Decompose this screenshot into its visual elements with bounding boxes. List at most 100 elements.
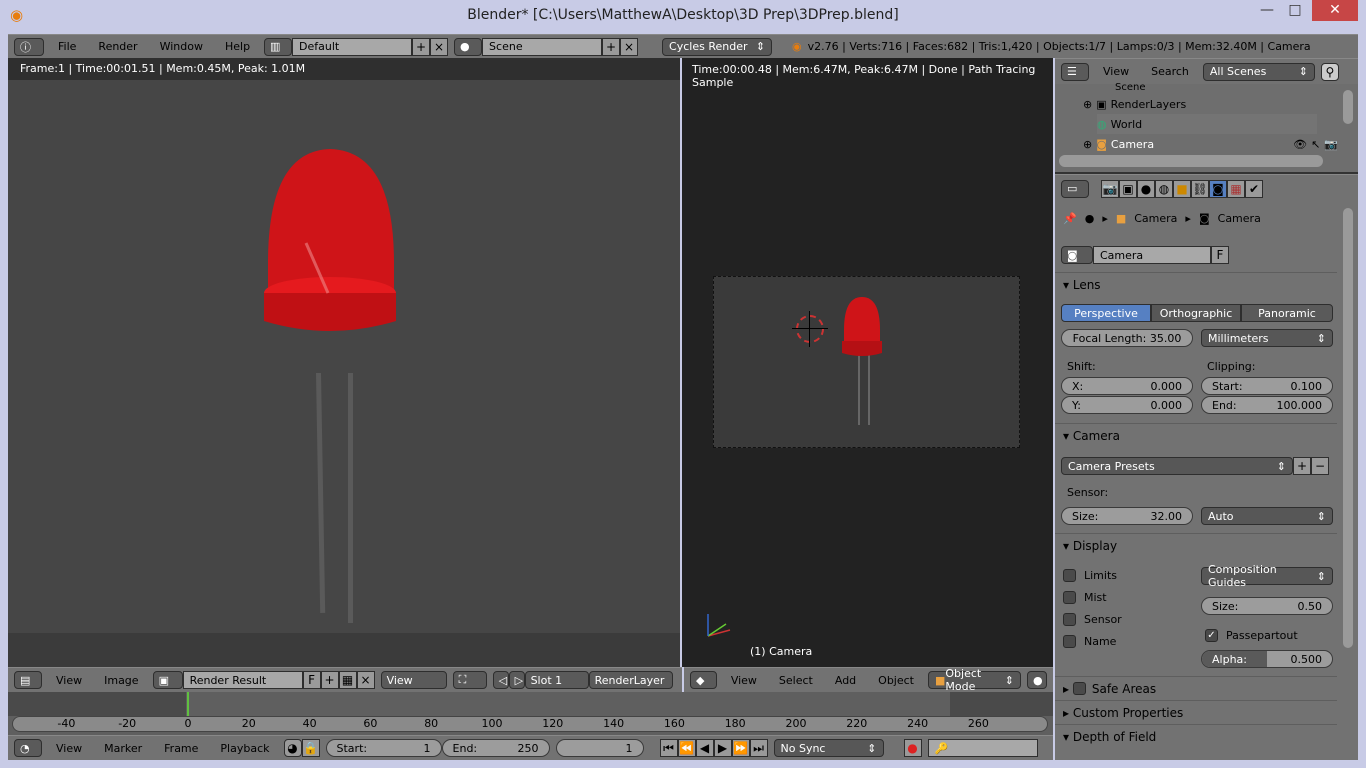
physics-tab-icon[interactable]: ✔ bbox=[1245, 179, 1263, 198]
render-tab-icon[interactable]: 📷 bbox=[1101, 179, 1119, 198]
editor-type-icon[interactable]: ◆ bbox=[690, 671, 717, 689]
sensor-checkbox[interactable]: Sensor bbox=[1063, 613, 1122, 626]
vertical-scrollbar[interactable] bbox=[1343, 90, 1353, 124]
next-slot-icon[interactable]: ▷ bbox=[508, 671, 525, 689]
layout-name[interactable]: Default bbox=[292, 37, 413, 56]
jump-keyframe-back-icon[interactable]: ⏪ bbox=[677, 739, 696, 757]
close-button[interactable]: ✕ bbox=[1312, 0, 1358, 21]
menu-render[interactable]: Render bbox=[90, 40, 145, 53]
outliner-item-scene[interactable]: Scene bbox=[1115, 82, 1315, 90]
prev-slot-icon[interactable]: ◁ bbox=[492, 671, 509, 689]
current-frame-field[interactable]: 1 bbox=[555, 739, 644, 757]
display-panel-header[interactable]: ▾ Display bbox=[1055, 533, 1337, 557]
playhead[interactable] bbox=[187, 692, 189, 716]
menu-view[interactable]: View bbox=[48, 674, 90, 687]
shift-x-field[interactable]: X: 0.000 bbox=[1061, 377, 1193, 395]
menu-view[interactable]: View bbox=[723, 674, 765, 687]
menu-search[interactable]: Search bbox=[1143, 65, 1197, 78]
eye-icon[interactable]: 👁 bbox=[1293, 138, 1307, 151]
clip-end-field[interactable]: End: 100.000 bbox=[1201, 396, 1333, 414]
constraints-tab-icon[interactable]: ⛓ bbox=[1191, 179, 1209, 198]
outliner-item-renderlayers[interactable]: ⊕ ▣ RenderLayers bbox=[1083, 94, 1303, 114]
render-engine-dropdown[interactable]: Cycles Render ⇕ bbox=[662, 37, 773, 56]
safe-areas-panel-header[interactable]: ▸ Safe Areas bbox=[1055, 676, 1337, 700]
horizontal-scrollbar[interactable] bbox=[1059, 155, 1323, 167]
passepartout-checkbox[interactable]: ✓ Passepartout bbox=[1205, 629, 1298, 642]
focal-length-field[interactable]: Focal Length: 35.00 bbox=[1061, 329, 1193, 347]
add-scene-icon[interactable]: + bbox=[602, 37, 621, 56]
layout-icon[interactable]: ▥ bbox=[264, 37, 293, 56]
start-frame-field[interactable]: Start: 1 bbox=[325, 739, 442, 757]
shading-icon[interactable]: ● bbox=[1027, 671, 1047, 689]
maximize-button[interactable]: □ bbox=[1282, 0, 1308, 21]
keying-set-field[interactable]: 🔑 bbox=[927, 739, 1038, 757]
use-preview-range-icon[interactable]: ◕ bbox=[283, 739, 302, 757]
render-region-icon[interactable]: ⛶ bbox=[452, 671, 487, 689]
shift-y-field[interactable]: Y: 0.000 bbox=[1061, 396, 1193, 414]
clip-start-field[interactable]: Start: 0.100 bbox=[1201, 377, 1333, 395]
menu-window[interactable]: Window bbox=[152, 40, 211, 53]
menu-playback[interactable]: Playback bbox=[212, 742, 277, 755]
view-dropdown[interactable]: View bbox=[380, 671, 447, 689]
menu-frame[interactable]: Frame bbox=[156, 742, 206, 755]
menu-file[interactable]: File bbox=[50, 40, 84, 53]
fake-user-button[interactable]: F bbox=[1211, 246, 1229, 264]
info-icon[interactable]: ⓘ bbox=[14, 37, 44, 56]
menu-view[interactable]: View bbox=[48, 742, 90, 755]
sensor-size-field[interactable]: Size: 32.00 bbox=[1061, 507, 1193, 525]
outliner-item-camera[interactable]: ⊕ ◙ Camera 👁 ↖ 📷 bbox=[1083, 134, 1358, 154]
cursor-select-icon[interactable]: ↖ bbox=[1311, 138, 1320, 151]
camera-panel-header[interactable]: ▾ Camera bbox=[1055, 423, 1337, 447]
alpha-slider[interactable]: Alpha: 0.500 bbox=[1201, 650, 1333, 668]
end-frame-field[interactable]: End: 250 bbox=[441, 739, 550, 757]
image-editor[interactable]: Frame:1 | Time:00:01.51 | Mem:0.45M, Pea… bbox=[8, 58, 680, 667]
lens-unit-dropdown[interactable]: Millimeters ⇕ bbox=[1201, 329, 1333, 347]
camera-browse-icon[interactable]: ◙ bbox=[1061, 246, 1093, 264]
3d-viewport[interactable]: Time:00:00.48 | Mem:6.47M, Peak:6.47M | … bbox=[682, 58, 1053, 667]
3d-cursor-icon[interactable] bbox=[796, 315, 824, 343]
record-icon[interactable]: ● bbox=[903, 739, 922, 757]
menu-view[interactable]: View bbox=[1095, 65, 1137, 78]
editor-type-icon[interactable]: ◔ bbox=[14, 739, 42, 757]
mode-dropdown[interactable]: ■ Object Mode ⇕ bbox=[927, 667, 1021, 693]
world-tab-icon[interactable]: ◍ bbox=[1155, 179, 1173, 198]
composition-guides-dropdown[interactable]: Composition Guides ⇕ bbox=[1201, 563, 1333, 589]
play-reverse-icon[interactable]: ◀ bbox=[695, 739, 714, 757]
custom-properties-panel-header[interactable]: ▸ Custom Properties bbox=[1055, 700, 1337, 724]
fake-user-button[interactable]: F bbox=[302, 671, 321, 689]
remove-preset-icon[interactable]: − bbox=[1311, 457, 1329, 475]
depth-of-field-panel-header[interactable]: ▾ Depth of Field bbox=[1055, 724, 1337, 748]
editor-type-icon[interactable]: ▭ bbox=[1061, 179, 1089, 198]
object-tab-icon[interactable]: ■ bbox=[1173, 179, 1191, 198]
play-icon[interactable]: ▶ bbox=[713, 739, 732, 757]
mist-checkbox[interactable]: Mist bbox=[1063, 591, 1122, 604]
camera-presets-dropdown[interactable]: Camera Presets ⇕ bbox=[1061, 457, 1293, 475]
jump-keyframe-forward-icon[interactable]: ⏩ bbox=[731, 739, 750, 757]
sync-dropdown[interactable]: No Sync ⇕ bbox=[773, 739, 884, 757]
add-preset-icon[interactable]: + bbox=[1293, 457, 1311, 475]
texture-tab-icon[interactable]: ▦ bbox=[1227, 179, 1245, 198]
scene-icon[interactable]: ● bbox=[454, 37, 483, 56]
render-layer-dropdown[interactable]: RenderLayer bbox=[588, 671, 673, 689]
display-size-field[interactable]: Size: 0.50 bbox=[1201, 597, 1333, 615]
scene-tab-icon[interactable]: ● bbox=[1137, 179, 1155, 198]
jump-end-icon[interactable]: ⏭ bbox=[749, 739, 768, 757]
render-toggle-icon[interactable]: 📷 bbox=[1324, 138, 1338, 151]
tab-perspective[interactable]: Perspective bbox=[1061, 304, 1151, 322]
camera-data-name[interactable]: Camera bbox=[1093, 246, 1211, 264]
minimize-button[interactable]: — bbox=[1254, 0, 1280, 21]
filter-dropdown[interactable]: All Scenes ⇕ bbox=[1202, 62, 1315, 81]
pin-icon[interactable]: 📌 bbox=[1063, 212, 1077, 225]
image-icon[interactable]: ▣ bbox=[152, 671, 183, 689]
menu-object[interactable]: Object bbox=[870, 674, 922, 687]
slot-dropdown[interactable]: Slot 1 bbox=[524, 671, 589, 689]
menu-select[interactable]: Select bbox=[771, 674, 821, 687]
scene-name[interactable]: Scene bbox=[482, 37, 603, 56]
remove-layout-icon[interactable]: × bbox=[430, 37, 449, 56]
jump-start-icon[interactable]: ⏮ bbox=[659, 739, 678, 757]
menu-help[interactable]: Help bbox=[217, 40, 258, 53]
unlink-image-icon[interactable]: × bbox=[356, 671, 375, 689]
editor-type-icon[interactable]: ▤ bbox=[14, 671, 42, 689]
limits-checkbox[interactable]: Limits bbox=[1063, 569, 1122, 582]
menu-marker[interactable]: Marker bbox=[96, 742, 150, 755]
